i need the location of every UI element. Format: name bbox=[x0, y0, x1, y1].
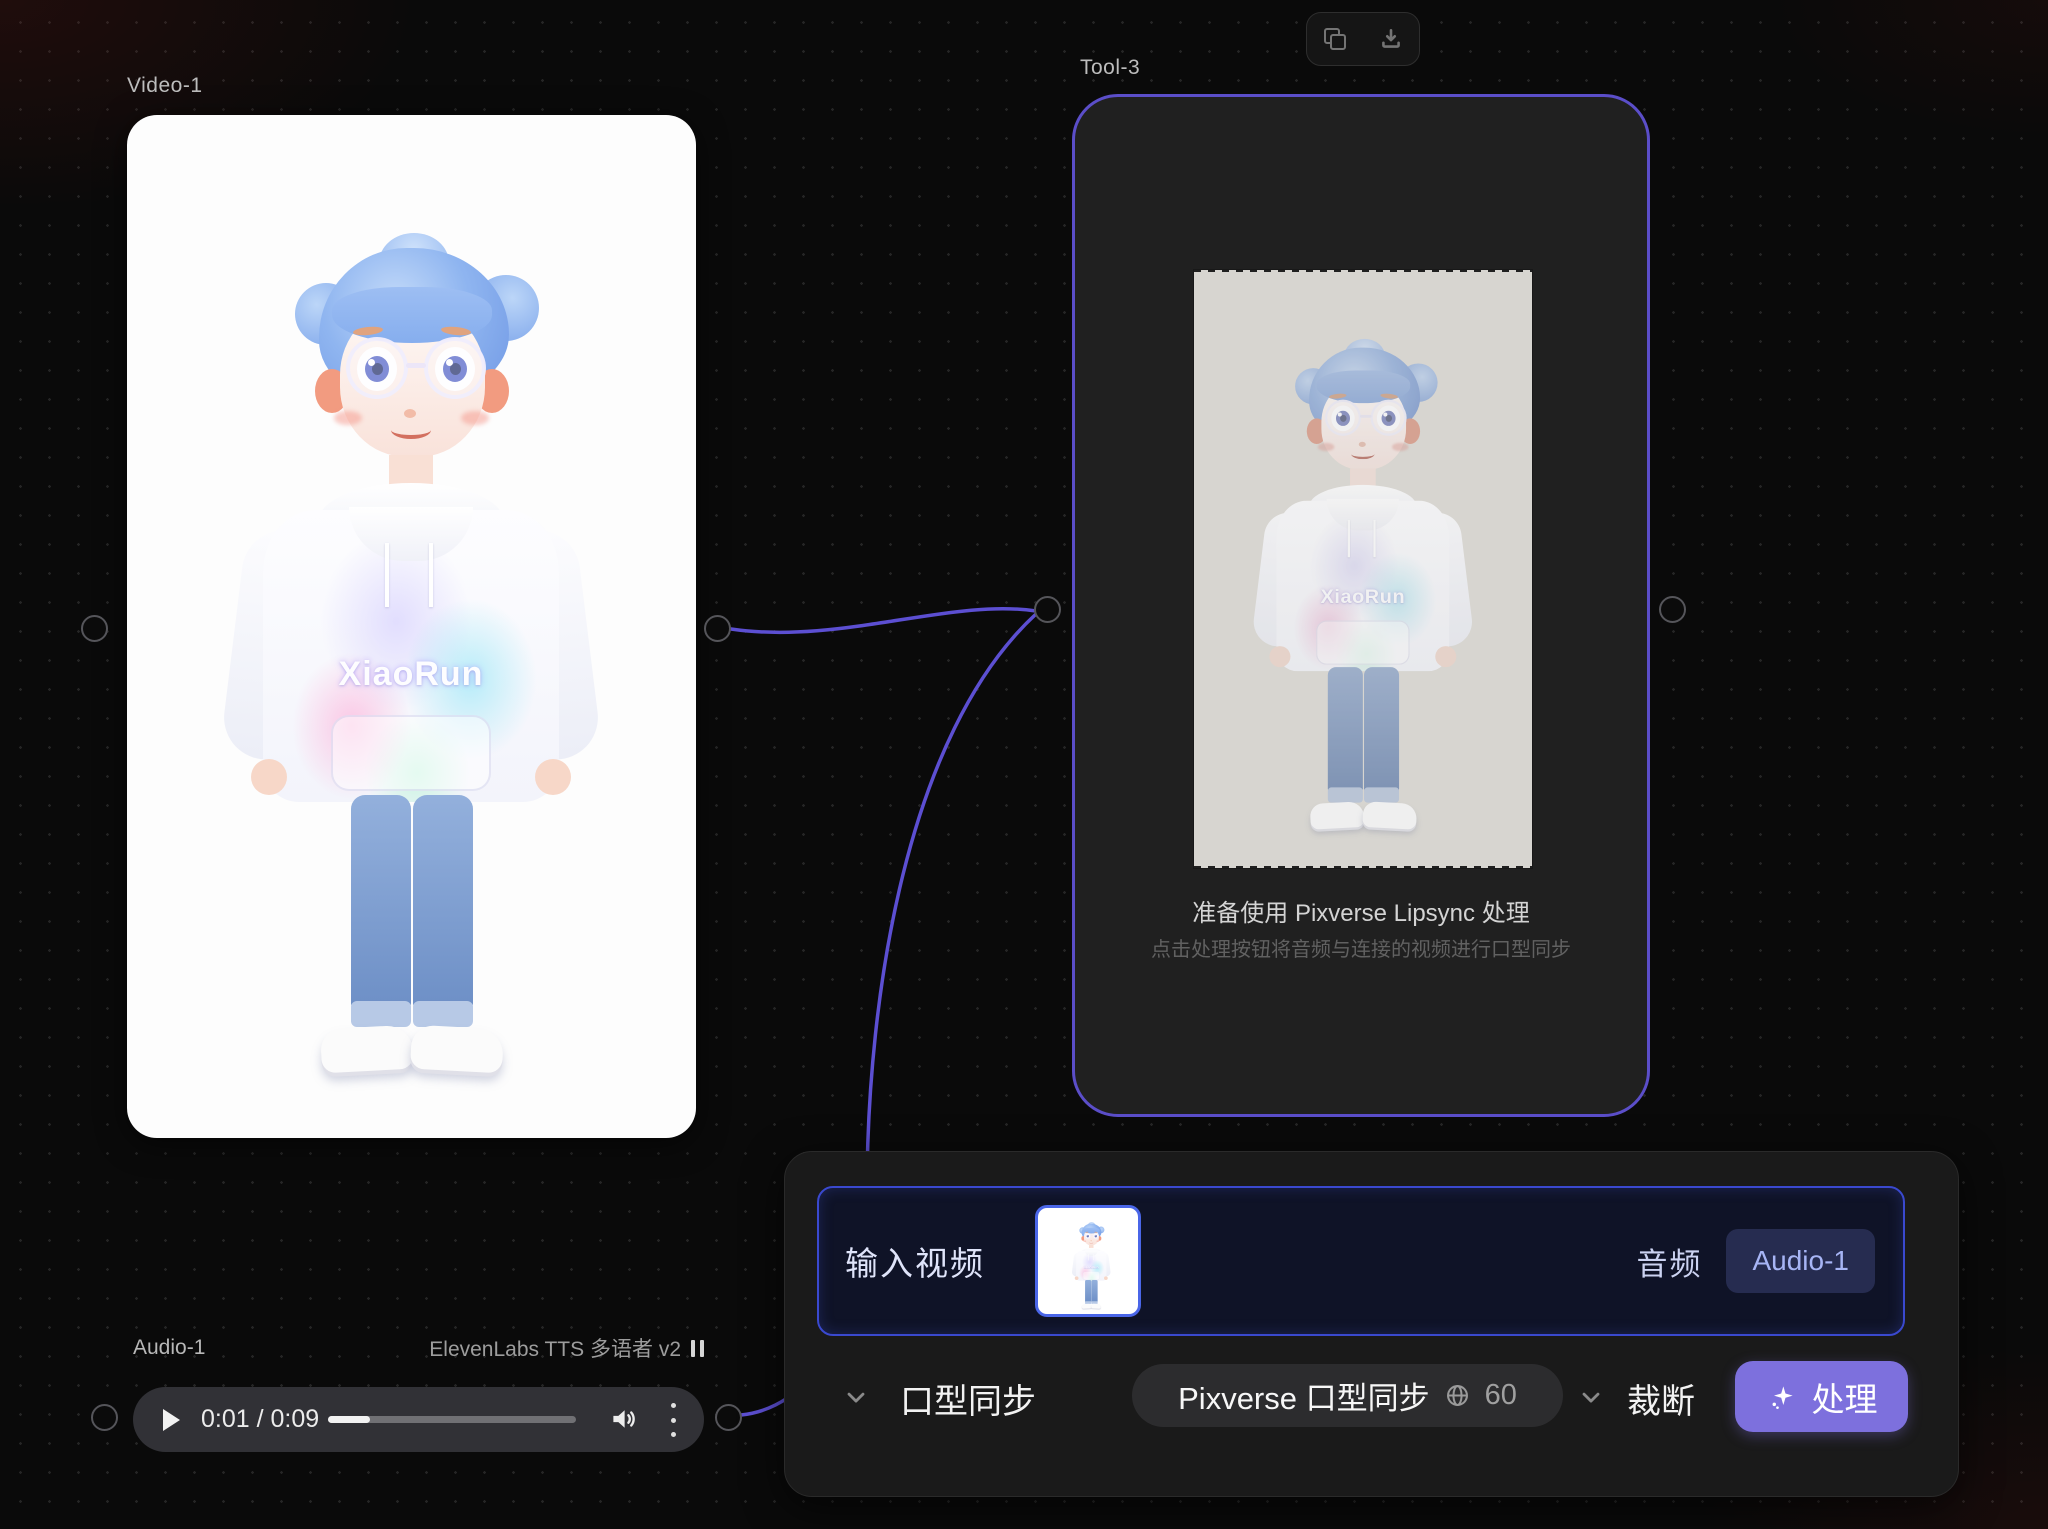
character-illustration-preview: XiaoRun bbox=[1197, 270, 1532, 868]
audio-field-label: 音频 bbox=[1636, 1239, 1702, 1284]
download-button[interactable] bbox=[1378, 26, 1404, 52]
port-video1-input[interactable] bbox=[81, 615, 108, 642]
sparkles-icon bbox=[1766, 1381, 1798, 1413]
kebab-menu-icon[interactable] bbox=[667, 1403, 679, 1437]
input-video-row: 输入视频 XiaoRun 音频 bbox=[817, 1186, 1905, 1336]
port-tool3-input[interactable] bbox=[1034, 596, 1061, 623]
input-video-thumbnail[interactable]: XiaoRun bbox=[1035, 1205, 1141, 1317]
copy-button[interactable] bbox=[1322, 26, 1348, 52]
node-canvas[interactable]: Video-1 XiaoRun Tool-3 bbox=[0, 0, 2048, 1529]
lipsync-tool-panel: 输入视频 XiaoRun 音频 bbox=[784, 1151, 1959, 1497]
audio-source-badge-label: Audio-1 bbox=[1752, 1245, 1849, 1277]
trim-section-label[interactable]: 裁断 bbox=[1627, 1374, 1695, 1423]
lipsync-section-label[interactable]: 口型同步 bbox=[900, 1374, 1036, 1423]
audio-source-badge[interactable]: Audio-1 bbox=[1726, 1229, 1875, 1293]
hoodie-text: XiaoRun bbox=[263, 655, 559, 694]
process-button-label: 处理 bbox=[1812, 1373, 1878, 1421]
edge-video1-to-tool3 bbox=[731, 609, 1036, 633]
player-time: 0:01 / 0:09 bbox=[201, 1405, 319, 1434]
tool3-status-title: 准备使用 Pixverse Lipsync 处理 bbox=[1075, 893, 1647, 928]
pause-icon[interactable] bbox=[691, 1340, 704, 1357]
copy-icon bbox=[1324, 28, 1346, 50]
tool3-status-subtitle: 点击处理按钮将音频与连接的视频进行口型同步 bbox=[1075, 933, 1647, 962]
model-name: Pixverse 口型同步 bbox=[1178, 1373, 1429, 1418]
model-credits: 60 bbox=[1485, 1379, 1517, 1412]
canvas-toolbar bbox=[1306, 12, 1420, 66]
tool3-node-label: Tool-3 bbox=[1080, 56, 1140, 80]
process-button[interactable]: 处理 bbox=[1735, 1361, 1908, 1432]
trim-section-chevron-down-icon[interactable] bbox=[1577, 1383, 1605, 1411]
audio1-player[interactable]: 0:01 / 0:09 bbox=[133, 1387, 704, 1452]
panel-controls-row: 口型同步 Pixverse 口型同步 60 裁断 bbox=[785, 1361, 1958, 1441]
video1-node[interactable]: XiaoRun bbox=[127, 115, 696, 1138]
audio1-node-header: Audio-1 ElevenLabs TTS 多语者 v2 bbox=[133, 1333, 704, 1363]
port-tool3-output[interactable] bbox=[1659, 596, 1686, 623]
port-audio1-output[interactable] bbox=[715, 1404, 742, 1431]
download-icon bbox=[1378, 26, 1404, 52]
character-illustration-thumb: XiaoRun bbox=[1062, 1210, 1141, 1317]
input-video-label: 输入视频 bbox=[845, 1237, 985, 1285]
tool3-node[interactable]: XiaoRun 准备使用 Pixverse Lipsync 处理 点击处理按钮将… bbox=[1072, 94, 1650, 1117]
volume-icon[interactable] bbox=[609, 1404, 639, 1434]
port-audio1-input[interactable] bbox=[91, 1404, 118, 1431]
tool3-video-preview: XiaoRun bbox=[1194, 270, 1532, 868]
model-selector[interactable]: Pixverse 口型同步 60 bbox=[1132, 1364, 1563, 1427]
audio1-source: ElevenLabs TTS 多语者 v2 bbox=[429, 1333, 704, 1363]
lipsync-section-chevron-down-icon[interactable] bbox=[842, 1383, 870, 1411]
audio1-source-label: ElevenLabs TTS 多语者 v2 bbox=[429, 1333, 681, 1363]
video1-node-label: Video-1 bbox=[127, 74, 203, 98]
player-progress-track[interactable] bbox=[328, 1416, 576, 1423]
globe-icon bbox=[1444, 1382, 1471, 1409]
character-illustration: XiaoRun bbox=[127, 115, 696, 1138]
hoodie-text: XiaoRun bbox=[1076, 1266, 1106, 1270]
play-icon[interactable] bbox=[163, 1409, 180, 1431]
audio1-node-label: Audio-1 bbox=[133, 1336, 205, 1360]
player-progress-fill bbox=[328, 1416, 370, 1423]
port-video1-output[interactable] bbox=[704, 615, 731, 642]
hoodie-text: XiaoRun bbox=[1276, 585, 1449, 608]
